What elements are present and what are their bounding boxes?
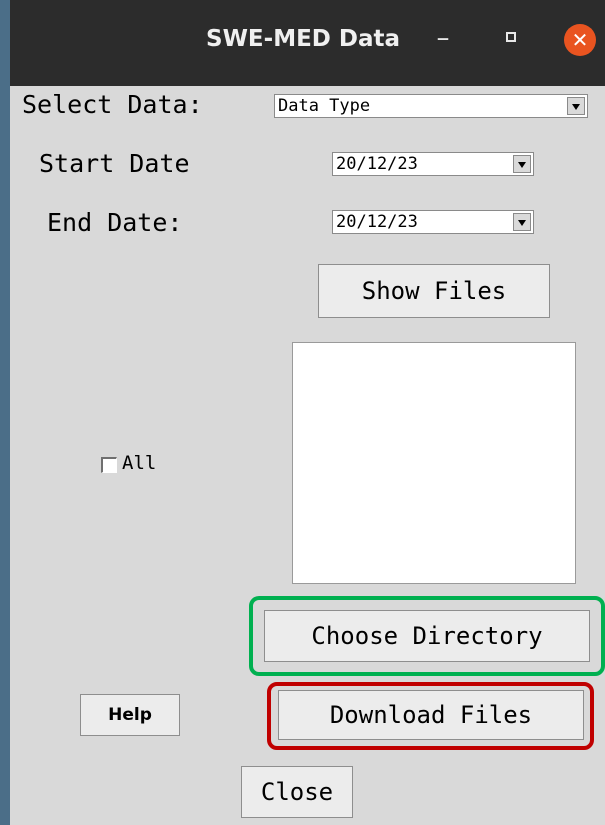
swe-med-data-window: SWE-MED Data – ✕ Select Data: Data Type … (10, 0, 605, 825)
close-window-button[interactable]: ✕ (564, 24, 596, 56)
minimize-icon: – (436, 23, 450, 53)
select-data-label: Select Data: (22, 90, 203, 119)
minimize-button[interactable]: – (430, 18, 456, 58)
start-date-label: Start Date (39, 149, 190, 178)
data-type-dropdown[interactable]: Data Type (274, 94, 588, 118)
maximize-button[interactable] (500, 24, 524, 54)
chevron-down-icon[interactable] (513, 213, 531, 231)
end-date-dropdown[interactable]: 20/12/23 (332, 210, 534, 234)
start-date-value: 20/12/23 (336, 154, 418, 174)
close-icon: ✕ (571, 28, 589, 52)
close-button[interactable]: Close (241, 766, 353, 818)
choose-directory-highlight (249, 596, 605, 676)
chevron-down-icon[interactable] (567, 97, 585, 115)
all-checkbox-label: All (122, 452, 157, 474)
help-button[interactable]: Help (80, 694, 180, 736)
title-bar: SWE-MED Data – ✕ (10, 0, 605, 86)
end-date-label: End Date: (47, 208, 183, 237)
window-title: SWE-MED Data (206, 26, 401, 52)
all-checkbox[interactable] (101, 457, 117, 473)
show-files-button[interactable]: Show Files (318, 264, 550, 318)
maximize-icon (506, 32, 516, 42)
end-date-value: 20/12/23 (336, 212, 418, 232)
files-listbox[interactable] (292, 342, 576, 584)
start-date-dropdown[interactable]: 20/12/23 (332, 152, 534, 176)
download-files-highlight (267, 682, 594, 750)
data-type-value: Data Type (278, 96, 371, 116)
chevron-down-icon[interactable] (513, 155, 531, 173)
